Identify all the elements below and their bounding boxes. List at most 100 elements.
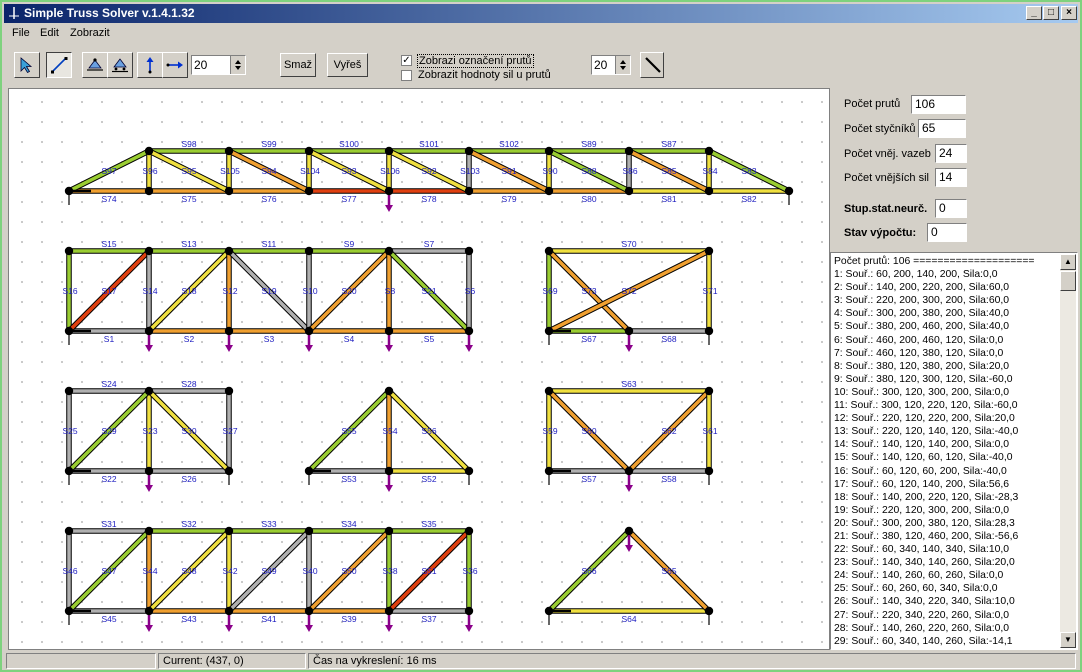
menu-file[interactable]: File (12, 27, 30, 39)
truss-joint[interactable] (144, 606, 154, 616)
truss-joint[interactable] (304, 606, 314, 616)
truss-joint[interactable] (464, 186, 474, 196)
indeterminacy-field[interactable]: 0 (935, 199, 967, 218)
truss-joint[interactable] (464, 326, 474, 336)
truss-joint[interactable] (304, 186, 314, 196)
truss-joint[interactable] (384, 606, 394, 616)
truss-joint[interactable] (704, 606, 714, 616)
load-arrow-head[interactable] (385, 485, 393, 492)
horizontal-force-button[interactable] (162, 52, 188, 78)
show-forces-checkbox[interactable] (401, 70, 412, 81)
truss-joint[interactable] (464, 466, 474, 476)
spinner-updown-icon[interactable] (230, 56, 245, 74)
truss-joint[interactable] (624, 146, 634, 156)
results-scrollbar[interactable]: ▲ ▼ (1060, 254, 1076, 648)
supports-count-field[interactable]: 24 (935, 144, 967, 163)
show-labels-checkbox[interactable]: ✓ (401, 55, 412, 66)
solve-state-field[interactable]: 0 (927, 223, 967, 242)
minimize-button[interactable]: _ (1026, 6, 1042, 20)
load-arrow-head[interactable] (625, 545, 633, 552)
load-arrow-head[interactable] (385, 205, 393, 212)
load-arrow-head[interactable] (385, 625, 393, 632)
truss-joint[interactable] (304, 526, 314, 536)
menu-zobrazit[interactable]: Zobrazit (70, 27, 110, 39)
load-arrow-head[interactable] (385, 345, 393, 352)
load-arrow-head[interactable] (145, 485, 153, 492)
truss-joint[interactable] (704, 386, 714, 396)
truss-joint[interactable] (464, 606, 474, 616)
line-width-button[interactable] (640, 52, 664, 78)
show-labels-label[interactable]: Zobrazi označení prutů (417, 54, 534, 68)
truss-joint[interactable] (144, 246, 154, 256)
scroll-down-icon[interactable]: ▼ (1060, 632, 1076, 648)
truss-joint[interactable] (64, 386, 74, 396)
truss-joint[interactable] (464, 526, 474, 536)
truss-joint[interactable] (304, 146, 314, 156)
close-button[interactable]: × (1061, 6, 1077, 20)
select-tool-button[interactable] (14, 52, 40, 78)
load-arrow-head[interactable] (625, 345, 633, 352)
truss-joint[interactable] (64, 466, 74, 476)
truss-joint[interactable] (464, 246, 474, 256)
truss-joint[interactable] (384, 466, 394, 476)
truss-joint[interactable] (224, 466, 234, 476)
load-arrow-head[interactable] (145, 345, 153, 352)
truss-joint[interactable] (224, 246, 234, 256)
delete-button[interactable]: Smaž (280, 53, 316, 77)
truss-joint[interactable] (624, 526, 634, 536)
load-arrow-head[interactable] (305, 345, 313, 352)
scroll-thumb[interactable] (1060, 271, 1076, 291)
pin-support-button[interactable] (82, 52, 108, 78)
truss-joint[interactable] (64, 606, 74, 616)
members-count-field[interactable]: 106 (911, 95, 966, 114)
truss-joint[interactable] (544, 146, 554, 156)
truss-joint[interactable] (704, 246, 714, 256)
load-arrow-head[interactable] (465, 345, 473, 352)
load-arrow-head[interactable] (465, 625, 473, 632)
load-arrow-head[interactable] (225, 625, 233, 632)
truss-joint[interactable] (624, 466, 634, 476)
load-arrow-head[interactable] (145, 625, 153, 632)
truss-joint[interactable] (144, 326, 154, 336)
truss-joint[interactable] (224, 526, 234, 536)
load-arrow-head[interactable] (225, 345, 233, 352)
solve-button[interactable]: Vyřeš (327, 53, 368, 77)
truss-joint[interactable] (384, 326, 394, 336)
truss-joint[interactable] (224, 186, 234, 196)
truss-joint[interactable] (544, 246, 554, 256)
load-arrow-head[interactable] (305, 625, 313, 632)
truss-joint[interactable] (144, 526, 154, 536)
truss-joint[interactable] (544, 186, 554, 196)
title-bar[interactable]: Simple Truss Solver v.1.4.1.32 (4, 4, 1078, 23)
results-list[interactable]: Počet prutů: 106 ==================== 1: … (830, 252, 1078, 650)
truss-joint[interactable] (224, 606, 234, 616)
truss-joint[interactable] (144, 466, 154, 476)
truss-joint[interactable] (304, 246, 314, 256)
joints-count-field[interactable]: 65 (918, 119, 966, 138)
vertical-force-button[interactable] (137, 52, 163, 78)
truss-joint[interactable] (384, 146, 394, 156)
truss-joint[interactable] (464, 146, 474, 156)
truss-joint[interactable] (704, 326, 714, 336)
truss-joint[interactable] (544, 466, 554, 476)
forces-count-field[interactable]: 14 (935, 168, 967, 187)
truss-joint[interactable] (624, 186, 634, 196)
show-forces-label[interactable]: Zobrazit hodnoty sil u prutů (418, 69, 551, 81)
truss-joint[interactable] (64, 326, 74, 336)
truss-drawing[interactable]: S74 S75 S76 S77 S78 S79 S80 S81 S82 S98 S99 S100 S10… (9, 89, 829, 649)
scroll-up-icon[interactable]: ▲ (1060, 254, 1076, 270)
truss-joint[interactable] (304, 326, 314, 336)
grid-size-spinner[interactable]: 20 (591, 55, 631, 75)
maximize-button[interactable]: □ (1043, 6, 1059, 20)
truss-joint[interactable] (224, 386, 234, 396)
member-tool-button[interactable] (46, 52, 72, 78)
force-magnitude-spinner[interactable]: 20 (191, 55, 246, 75)
truss-joint[interactable] (544, 326, 554, 336)
truss-joint[interactable] (144, 386, 154, 396)
truss-joint[interactable] (304, 466, 314, 476)
truss-joint[interactable] (384, 246, 394, 256)
menu-edit[interactable]: Edit (40, 27, 59, 39)
truss-joint[interactable] (544, 386, 554, 396)
truss-joint[interactable] (64, 246, 74, 256)
truss-joint[interactable] (64, 186, 74, 196)
